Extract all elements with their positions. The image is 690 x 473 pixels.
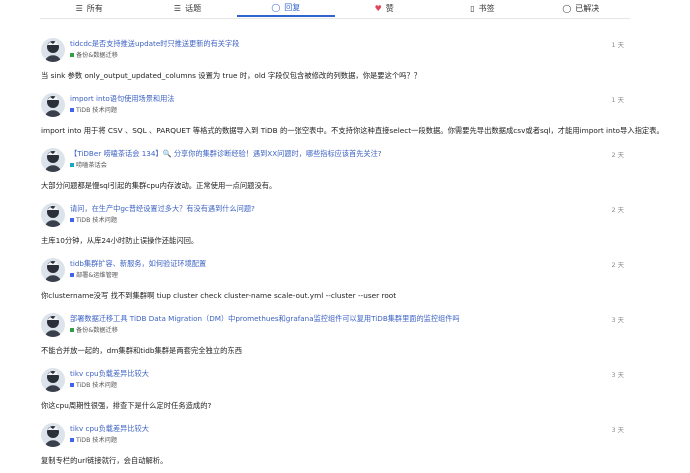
topic-title-link[interactable]: tikv cpu负载差异比较大: [70, 369, 149, 379]
reply-item: tikv cpu负载差异比较大 TiDB 技术问题 3 天 复制专栏的url链接…: [40, 417, 630, 472]
reply-bubble-icon: ◯: [271, 2, 281, 12]
reply-excerpt: 主库10分钟，从库24小时防止误操作还能闪回。: [41, 236, 199, 245]
post-time: 1 天: [611, 96, 625, 104]
reply-excerpt: 你这cpu周期性很强，排查下是什么定时任务造成的?: [41, 401, 212, 410]
user-avatar[interactable]: [41, 93, 65, 117]
category-label: TiDB 技术问题: [76, 382, 118, 389]
reply-item: tikv cpu负载差异比较大 TiDB 技术问题 3 天 你这cpu周期性很强…: [40, 362, 630, 417]
category-color-square: [70, 327, 74, 332]
post-time: 2 天: [611, 206, 625, 214]
category-badge[interactable]: 唠嗑茶话会: [70, 160, 107, 169]
tab-label: 回复: [284, 3, 301, 12]
topic-title-link[interactable]: 部署数据迁移工具 TiDB Data Migration（DM）中prometh…: [70, 314, 460, 324]
activity-tabs: ☰ 所有 ☰ 话题 ◯ 回复 ♥ 赞 ▯ 书签 ◯ 已解决: [40, 0, 630, 19]
topic-title-link[interactable]: tikv cpu负载差异比较大: [70, 424, 149, 434]
reply-excerpt: 当 sink 参数 only_output_updated_columns 设置…: [41, 71, 422, 80]
reply-item: tidcdc是否支持推送update时只推送更新的有关字段 备份&数据迁移 1 …: [40, 32, 630, 87]
post-time: 3 天: [611, 426, 625, 434]
category-color-square: [70, 162, 74, 167]
tab-0[interactable]: ☰ 所有: [40, 0, 138, 17]
reply-feed: tidcdc是否支持推送update时只推送更新的有关字段 备份&数据迁移 1 …: [40, 32, 664, 472]
reply-item: import into语句使用场景和用法 TiDB 技术问题 1 天 impor…: [40, 87, 664, 142]
tab-label: 话题: [185, 4, 202, 13]
user-avatar[interactable]: [41, 423, 65, 447]
post-time: 2 天: [611, 261, 625, 269]
heart-icon: ♥: [374, 3, 382, 13]
reply-excerpt: 大部分问题都是慢sql引起的集群cpu内存波动。正常使用一点问题没有。: [41, 181, 277, 190]
post-time: 3 天: [611, 371, 625, 379]
category-badge[interactable]: 备份&数据迁移: [70, 50, 118, 59]
reply-item: 部署数据迁移工具 TiDB Data Migration（DM）中prometh…: [40, 307, 630, 362]
tab-1[interactable]: ☰ 话题: [138, 0, 236, 17]
category-badge[interactable]: TiDB 技术问题: [70, 215, 117, 224]
user-avatar[interactable]: [41, 203, 65, 227]
tab-label: 所有: [86, 4, 103, 13]
category-color-square: [70, 382, 74, 387]
user-avatar[interactable]: [41, 368, 65, 392]
topic-title-link[interactable]: 请问，在生产中gc普经设置过多大？有没有遇到什么问题?: [70, 204, 255, 214]
bookmark-icon: ▯: [470, 3, 475, 13]
category-color-square: [70, 217, 74, 222]
tab-5[interactable]: ◯ 已解决: [532, 0, 630, 17]
tab-label: 书签: [478, 4, 495, 13]
category-label: 唠嗑茶话会: [76, 162, 107, 169]
category-label: 备份&数据迁移: [76, 327, 118, 334]
category-label: 部署&运维管理: [76, 272, 118, 279]
category-color-square: [70, 272, 74, 277]
topic-title-link[interactable]: 【TiDBer 唠嗑茶话会 134】🔍 分享你的集群诊断经验！遇到XX问题时，哪…: [70, 149, 382, 159]
category-color-square: [70, 52, 74, 57]
tab-label: 赞: [385, 4, 394, 13]
topic-title-link[interactable]: import into语句使用场景和用法: [70, 94, 174, 104]
reply-item: 请问，在生产中gc普经设置过多大？有没有遇到什么问题? TiDB 技术问题 2 …: [40, 197, 630, 252]
category-label: TiDB 技术问题: [76, 217, 118, 224]
list-icon: ☰: [75, 3, 83, 13]
user-avatar[interactable]: [41, 148, 65, 172]
category-label: TiDB 技术问题: [76, 437, 118, 444]
category-badge[interactable]: 部署&运维管理: [70, 270, 118, 279]
tab-2[interactable]: ◯ 回复: [236, 0, 335, 17]
reply-excerpt: 不能合并放一起的，dm集群和tidb集群是两套完全独立的东西: [41, 346, 243, 355]
category-badge[interactable]: TiDB 技术问题: [70, 380, 117, 389]
user-avatar[interactable]: [41, 313, 65, 337]
category-badge[interactable]: 备份&数据迁移: [70, 325, 118, 334]
post-time: 1 天: [611, 41, 625, 49]
reply-excerpt: 复制专栏的url链接就行，会自动解析。: [41, 456, 168, 465]
user-avatar[interactable]: [41, 258, 65, 282]
category-label: 备份&数据迁移: [76, 52, 118, 59]
tab-label: 已解决: [575, 4, 600, 13]
category-color-square: [70, 107, 74, 112]
topic-list-icon: ☰: [173, 3, 182, 13]
category-color-square: [70, 437, 74, 442]
reply-excerpt: import into 用于将 CSV 、SQL 、PARQUET 等格式的数据…: [41, 126, 664, 135]
topic-title-link[interactable]: tidb集群扩容、新服务，如何验证环境配置: [70, 259, 206, 269]
user-avatar[interactable]: [41, 38, 65, 62]
category-label: TiDB 技术问题: [76, 107, 118, 114]
reply-item: 【TiDBer 唠嗑茶话会 134】🔍 分享你的集群诊断经验！遇到XX问题时，哪…: [40, 142, 630, 197]
post-time: 3 天: [611, 316, 625, 324]
post-time: 2 天: [611, 151, 625, 159]
tab-4[interactable]: ▯ 书签: [433, 0, 531, 17]
tab-3[interactable]: ♥ 赞: [335, 0, 433, 17]
reply-item: tidb集群扩容、新服务，如何验证环境配置 部署&运维管理 2 天 你clust…: [40, 252, 630, 307]
check-circle-icon: ◯: [562, 3, 572, 13]
reply-excerpt: 你clustername没写 找不到集群啊 tiup cluster check…: [41, 291, 397, 300]
category-badge[interactable]: TiDB 技术问题: [70, 105, 117, 114]
category-badge[interactable]: TiDB 技术问题: [70, 435, 117, 444]
topic-title-link[interactable]: tidcdc是否支持推送update时只推送更新的有关字段: [70, 39, 239, 49]
